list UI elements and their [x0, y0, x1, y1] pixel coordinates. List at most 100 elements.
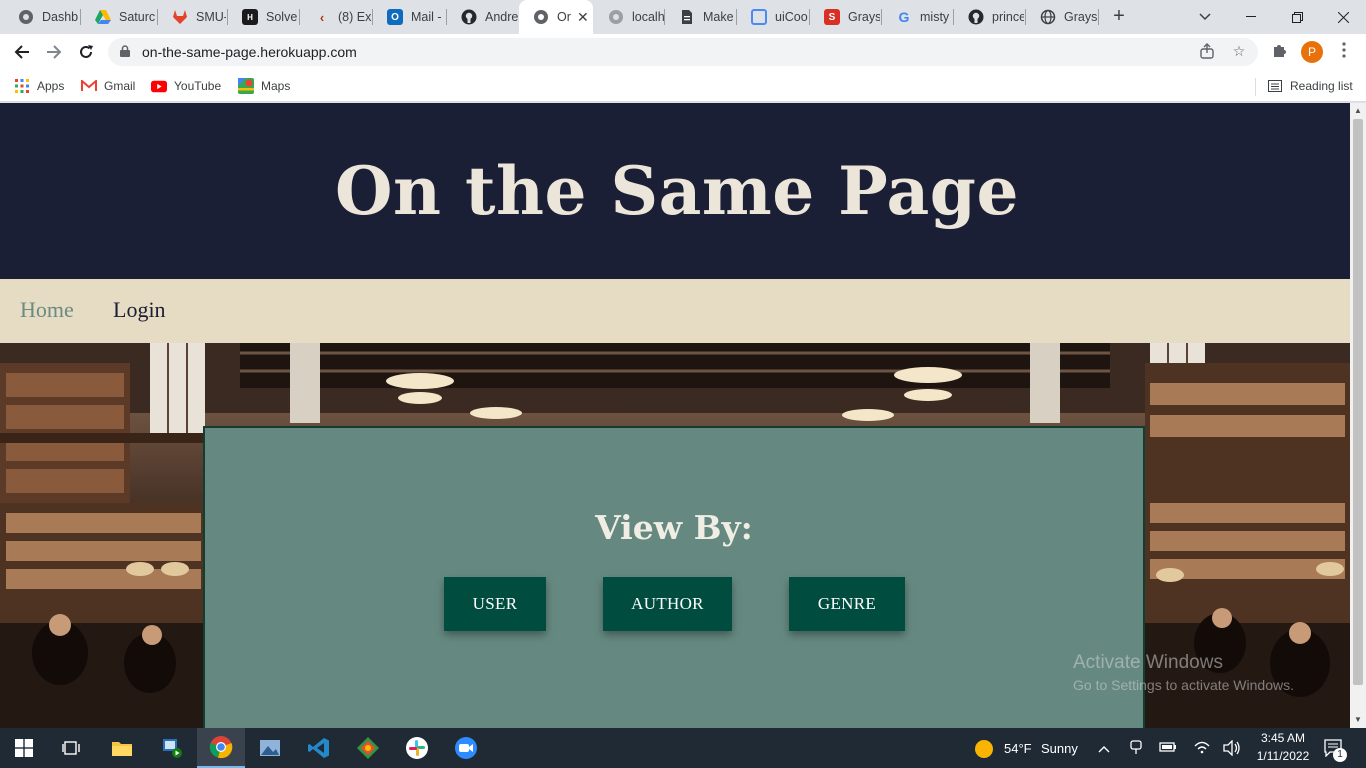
tab-title: Grays: [848, 10, 880, 24]
globe-icon: [18, 9, 34, 25]
file-explorer-icon[interactable]: [98, 728, 146, 768]
nav-link-login[interactable]: Login: [113, 297, 166, 323]
close-icon[interactable]: ✕: [577, 9, 589, 26]
google-drive-icon: [95, 9, 111, 25]
zoom-icon[interactable]: [442, 728, 490, 768]
tab-uicookies[interactable]: uiCoo: [737, 0, 809, 34]
task-view-icon[interactable]: [48, 728, 96, 768]
slack-icon[interactable]: [393, 728, 441, 768]
scrollbar-thumb[interactable]: [1353, 119, 1363, 685]
tab-title: (8) Exp: [338, 10, 372, 24]
restore-icon[interactable]: [1274, 0, 1320, 34]
tab-title: uiCoo: [775, 10, 808, 24]
reading-list-button[interactable]: Reading list: [1267, 76, 1353, 96]
globe-icon: [1040, 9, 1056, 25]
reload-icon[interactable]: [72, 38, 100, 66]
tab-gitlab[interactable]: SMU-(: [158, 0, 226, 34]
show-hidden-icons-chevron-icon[interactable]: [1098, 741, 1110, 756]
page-scrollbar[interactable]: ▲ ▼: [1350, 103, 1366, 728]
bookmarks-divider: [1255, 78, 1256, 96]
address-bar[interactable]: on-the-same-page.herokuapp.com ☆: [108, 38, 1258, 66]
extensions-puzzle-icon[interactable]: [1270, 42, 1290, 62]
photos-icon[interactable]: [246, 728, 294, 768]
nav-link-home[interactable]: Home: [20, 297, 74, 323]
more-menu-icon[interactable]: [1334, 42, 1354, 62]
bookmark-label: Gmail: [104, 79, 136, 93]
volume-icon[interactable]: [1223, 739, 1241, 759]
site-header: On the Same Page: [0, 103, 1350, 279]
bookmark-star-icon[interactable]: ☆: [1230, 43, 1248, 61]
scroll-down-arrow-icon[interactable]: ▼: [1350, 712, 1366, 728]
maps-icon: [238, 78, 254, 94]
view-by-user-button[interactable]: USER: [444, 577, 546, 631]
tab-grays-scribd[interactable]: S Grays: [810, 0, 880, 34]
tab-make[interactable]: Make: [665, 0, 735, 34]
start-icon[interactable]: [0, 728, 48, 768]
tab-search-chevron-icon[interactable]: [1182, 0, 1228, 34]
google-icon: G: [898, 9, 910, 25]
uicookies-icon: [751, 9, 767, 25]
clock-date[interactable]: 1/11/2022: [1254, 749, 1312, 763]
view-by-heading: View By:: [595, 508, 753, 547]
tab-grays[interactable]: Grays: [1026, 0, 1098, 34]
vscode-icon[interactable]: [295, 728, 343, 768]
bookmark-youtube[interactable]: YouTube: [151, 76, 221, 96]
bookmark-gmail[interactable]: Gmail: [81, 76, 135, 96]
tab-title: localh: [632, 10, 664, 24]
url-text[interactable]: on-the-same-page.herokuapp.com: [142, 44, 357, 60]
tab-outlook-mail[interactable]: O Mail -: [373, 0, 445, 34]
forward-arrow-icon[interactable]: [40, 38, 68, 66]
git-kraken-icon[interactable]: [344, 728, 392, 768]
bookmark-apps[interactable]: Apps: [14, 76, 64, 96]
wifi-icon[interactable]: [1194, 740, 1210, 757]
lock-icon: [120, 45, 130, 57]
tab-title: SMU-(: [196, 10, 226, 24]
outlook-icon: O: [387, 9, 403, 25]
scribd-icon: S: [824, 9, 840, 25]
tab-title: Solve: [266, 10, 298, 24]
site-nav: Home Login: [0, 279, 1350, 343]
tab-on-the-same-page[interactable]: Or ✕: [519, 0, 593, 34]
chrome-icon[interactable]: [197, 728, 245, 768]
tab-dashboard[interactable]: Dashb: [4, 0, 80, 34]
tab-github-andre[interactable]: Andre: [447, 0, 519, 34]
scroll-up-arrow-icon[interactable]: ▲: [1350, 103, 1366, 119]
view-by-genre-button[interactable]: GENRE: [789, 577, 905, 631]
meet-now-icon[interactable]: [1130, 740, 1144, 759]
battery-icon[interactable]: [1159, 741, 1177, 756]
view-by-panel: View By: USER AUTHOR GENRE: [203, 426, 1145, 728]
bookmark-maps[interactable]: Maps: [238, 76, 290, 96]
tab-hackerrank[interactable]: H Solve: [228, 0, 298, 34]
apps-grid-icon: [14, 78, 30, 94]
clock-time[interactable]: 3:45 AM: [1258, 731, 1308, 745]
page-viewport: On the Same Page Home Login View By: USE…: [0, 103, 1350, 728]
tab-codewars[interactable]: ‹ (8) Exp: [300, 0, 372, 34]
globe-icon: [533, 9, 549, 25]
youtube-icon: [151, 78, 167, 94]
bookmark-label: Maps: [261, 79, 291, 93]
gmail-icon: [81, 78, 97, 94]
window-close-icon[interactable]: [1320, 0, 1366, 34]
new-tab-button[interactable]: +: [1108, 6, 1130, 28]
weather-temperature[interactable]: 54°F: [1004, 741, 1032, 756]
hackerrank-icon: H: [242, 9, 258, 25]
tab-google-drive[interactable]: Saturc: [81, 0, 157, 34]
tab-title: Andre: [485, 10, 519, 24]
share-icon[interactable]: [1198, 43, 1216, 61]
media-app-icon[interactable]: [148, 728, 196, 768]
tab-title: Saturc: [119, 10, 155, 24]
browser-tab-strip: Dashb Saturc SMU-( H Solve ‹ (8) Exp O M…: [0, 0, 1366, 34]
profile-avatar[interactable]: P: [1301, 41, 1323, 63]
view-by-author-button[interactable]: AUTHOR: [603, 577, 732, 631]
activate-windows-title: Activate Windows: [1073, 652, 1223, 673]
bookmarks-bar: Apps Gmail YouTube Maps Reading list: [0, 70, 1366, 102]
browser-toolbar: on-the-same-page.herokuapp.com ☆ P: [0, 34, 1366, 70]
tab-title: Make: [703, 10, 734, 24]
back-arrow-icon[interactable]: [8, 38, 36, 66]
tab-github-prince[interactable]: prince: [954, 0, 1024, 34]
weather-condition[interactable]: Sunny: [1041, 741, 1078, 756]
weather-sun-icon[interactable]: [974, 739, 994, 762]
tab-localhost[interactable]: localh: [594, 0, 664, 34]
minimize-icon[interactable]: [1228, 0, 1274, 34]
tab-google-misty[interactable]: G misty: [882, 0, 952, 34]
